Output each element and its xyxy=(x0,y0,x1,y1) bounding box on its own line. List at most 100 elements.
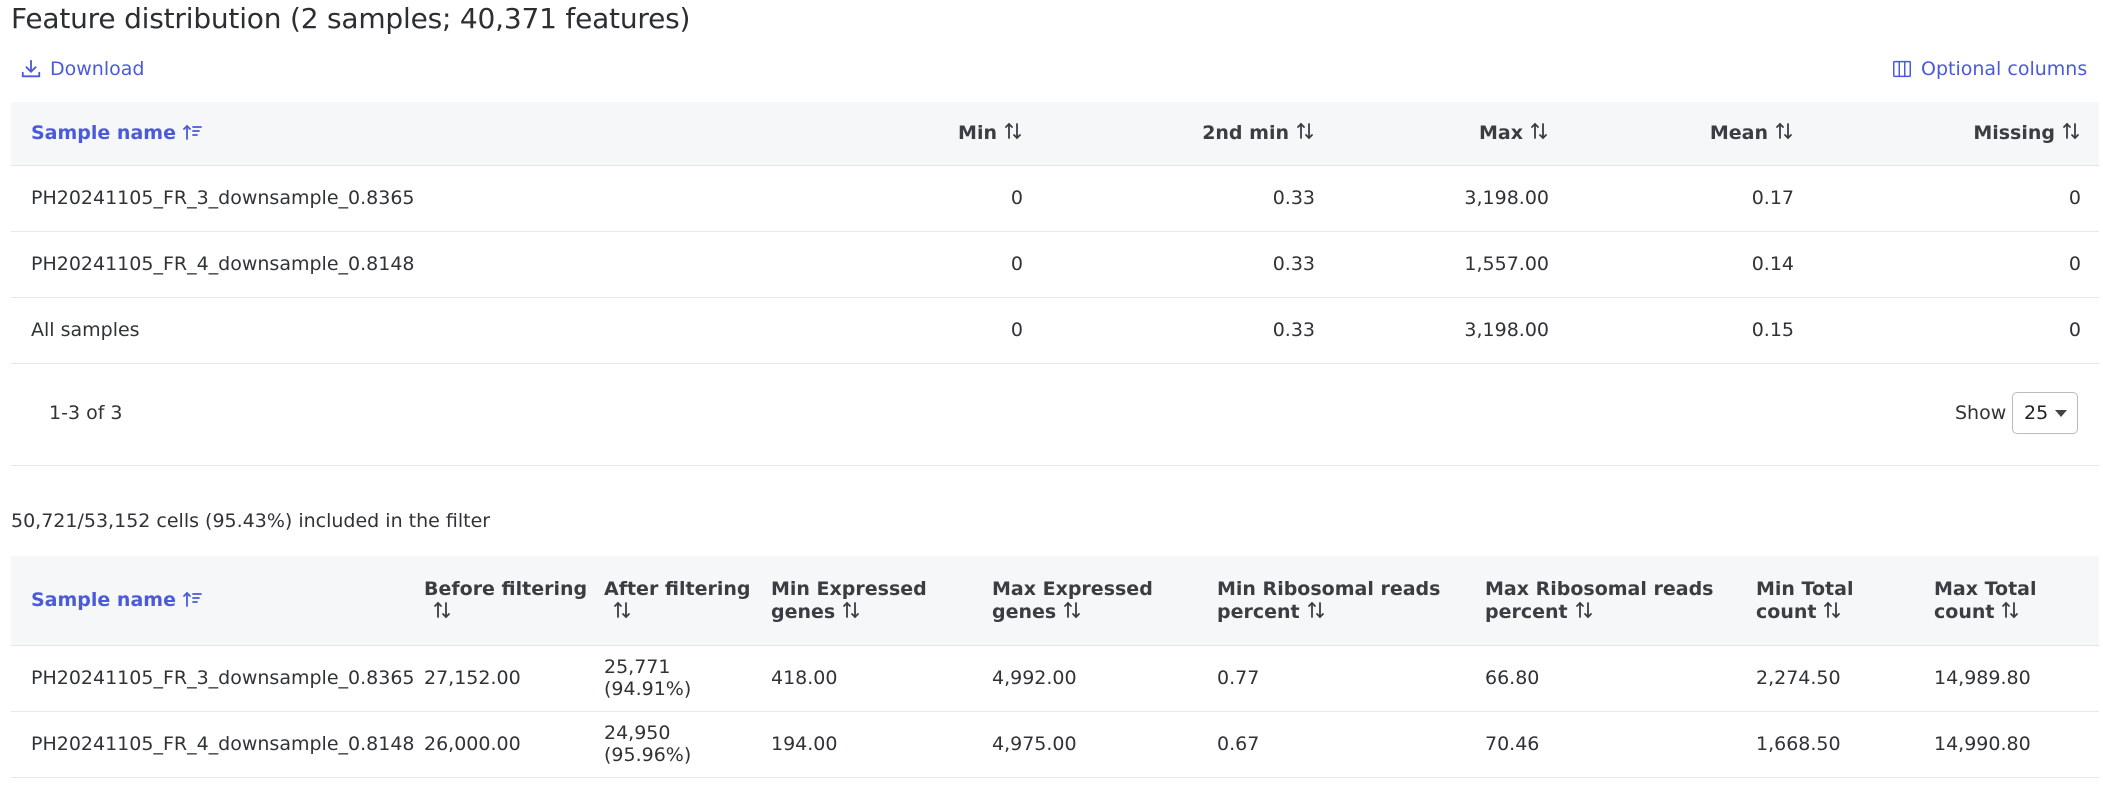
cell-min: 0 xyxy=(701,231,1041,298)
column-header-min-ribosomal-reads-percent[interactable]: Min Ribosomal reads percent xyxy=(1217,556,1485,646)
sort-icon xyxy=(843,601,860,619)
column-header-after-filtering[interactable]: After filtering xyxy=(604,556,771,646)
column-header-label: Sample name xyxy=(31,588,176,611)
after-filtering-percent: (95.96%) xyxy=(604,744,692,766)
filter-summary: 50,721/53,152 cells (95.43%) included in… xyxy=(11,510,491,532)
table-row: All samples 0 0.33 3,198.00 0.15 0 xyxy=(11,297,2099,364)
cell-missing: 0 xyxy=(1812,297,2099,364)
download-button[interactable]: Download xyxy=(20,56,144,82)
column-header-label: 2nd min xyxy=(1202,121,1289,144)
page-size-select[interactable]: 25 xyxy=(2012,392,2078,434)
sort-icon xyxy=(1575,601,1592,619)
cell-sample-name: PH20241105_FR_4_downsample_0.8148 xyxy=(11,231,701,298)
cell-min-expressed-genes: 194.00 xyxy=(771,711,992,778)
cell-min-total-count: 1,668.50 xyxy=(1756,711,1934,778)
cell-max: 1,557.00 xyxy=(1333,231,1567,298)
table-header-row: Sample name Min 2nd min Max Mean Missing xyxy=(11,102,2099,166)
cell-sample-name: PH20241105_FR_3_downsample_0.8365 xyxy=(11,165,701,232)
cell-min-ribosomal-percent: 0.77 xyxy=(1217,645,1485,712)
cell-sample-name: All samples xyxy=(11,297,701,364)
column-header-label-line-2: count xyxy=(1756,600,1817,623)
cell-max-total-count: 14,990.80 xyxy=(1934,711,2099,778)
after-filtering-percent: (94.91%) xyxy=(604,678,692,700)
caret-down-icon xyxy=(2055,410,2067,417)
column-header-2nd-min[interactable]: 2nd min xyxy=(1041,102,1333,166)
filtering-table: Sample name Before filtering After filte… xyxy=(11,556,2099,778)
column-header-label-line-2: percent xyxy=(1485,600,1568,623)
column-header-sample-name[interactable]: Sample name xyxy=(11,556,424,646)
feature-distribution-page: Feature distribution (2 samples; 40,371 … xyxy=(0,0,2103,789)
after-filtering-value: 24,950 xyxy=(604,722,671,744)
column-header-label-line-2: percent xyxy=(1217,600,1300,623)
sort-icon xyxy=(2002,601,2019,619)
column-header-label-line-2: genes xyxy=(771,600,836,623)
cell-mean: 0.15 xyxy=(1567,297,1812,364)
column-header-label: Min Total xyxy=(1756,577,1854,600)
columns-icon xyxy=(1893,60,1911,78)
table-row: PH20241105_FR_3_downsample_0.8365 0 0.33… xyxy=(11,165,2099,232)
cell-min: 0 xyxy=(701,165,1041,232)
column-header-min[interactable]: Min xyxy=(701,102,1041,166)
cell-max: 3,198.00 xyxy=(1333,165,1567,232)
sort-icon xyxy=(1297,122,1313,140)
column-header-label: Min Ribosomal reads xyxy=(1217,577,1441,600)
sort-icon xyxy=(1005,122,1021,140)
sort-icon xyxy=(614,601,630,619)
cell-2nd-min: 0.33 xyxy=(1041,297,1333,364)
column-header-label: Before filtering xyxy=(424,577,588,600)
cell-min: 0 xyxy=(701,297,1041,364)
cell-2nd-min: 0.33 xyxy=(1041,165,1333,232)
column-header-sample-name[interactable]: Sample name xyxy=(11,102,701,166)
cell-min-expressed-genes: 418.00 xyxy=(771,645,992,712)
sort-ascending-icon xyxy=(183,591,202,607)
cell-missing: 0 xyxy=(1812,165,2099,232)
sort-icon xyxy=(1776,122,1792,140)
column-header-label: Max xyxy=(1479,121,1523,144)
column-header-min-total-count[interactable]: Min Total count xyxy=(1756,556,1934,646)
cell-missing: 0 xyxy=(1812,231,2099,298)
table-row: PH20241105_FR_4_downsample_0.8148 26,000… xyxy=(11,711,2099,778)
pagination-range: 1-3 of 3 xyxy=(49,402,123,424)
sort-icon xyxy=(2063,122,2079,140)
after-filtering-value: 25,771 xyxy=(604,656,671,678)
sort-icon xyxy=(1064,601,1081,619)
cell-before-filtering: 26,000.00 xyxy=(424,711,604,778)
cell-after-filtering: 24,950 (95.96%) xyxy=(604,711,771,778)
cell-before-filtering: 27,152.00 xyxy=(424,645,604,712)
page-size-value: 25 xyxy=(2024,402,2049,424)
cell-max: 3,198.00 xyxy=(1333,297,1567,364)
column-header-before-filtering[interactable]: Before filtering xyxy=(424,556,604,646)
column-header-max-ribosomal-reads-percent[interactable]: Max Ribosomal reads percent xyxy=(1485,556,1756,646)
cell-max-ribosomal-percent: 66.80 xyxy=(1485,645,1756,712)
cell-mean: 0.17 xyxy=(1567,165,1812,232)
download-label: Download xyxy=(50,58,145,80)
column-header-label: After filtering xyxy=(604,577,751,600)
table-header-row: Sample name Before filtering After filte… xyxy=(11,556,2099,646)
column-header-label: Max Ribosomal reads xyxy=(1485,577,1714,600)
column-header-min-expressed-genes[interactable]: Min Expressed genes xyxy=(771,556,992,646)
optional-columns-label: Optional columns xyxy=(1921,58,2088,80)
cell-mean: 0.14 xyxy=(1567,231,1812,298)
column-header-mean[interactable]: Mean xyxy=(1567,102,1812,166)
table-row: PH20241105_FR_4_downsample_0.8148 0 0.33… xyxy=(11,231,2099,298)
column-header-max-total-count[interactable]: Max Total count xyxy=(1934,556,2099,646)
optional-columns-button[interactable]: Optional columns xyxy=(1891,56,2087,82)
sort-ascending-icon xyxy=(183,124,202,140)
column-header-missing[interactable]: Missing xyxy=(1812,102,2099,166)
column-header-max-expressed-genes[interactable]: Max Expressed genes xyxy=(992,556,1217,646)
sort-icon xyxy=(1307,601,1324,619)
cell-max-total-count: 14,989.80 xyxy=(1934,645,2099,712)
column-header-label: Missing xyxy=(1973,121,2055,144)
column-header-label: Sample name xyxy=(31,121,176,144)
cell-min-ribosomal-percent: 0.67 xyxy=(1217,711,1485,778)
column-header-label: Min Expressed xyxy=(771,577,927,600)
sort-icon xyxy=(1531,122,1547,140)
pagination-bar: 1-3 of 3 Show 25 xyxy=(11,365,2099,466)
column-header-max[interactable]: Max xyxy=(1333,102,1567,166)
cell-2nd-min: 0.33 xyxy=(1041,231,1333,298)
cell-max-ribosomal-percent: 70.46 xyxy=(1485,711,1756,778)
cell-sample-name: PH20241105_FR_4_downsample_0.8148 xyxy=(11,711,424,778)
sort-icon xyxy=(434,601,450,619)
cell-max-expressed-genes: 4,992.00 xyxy=(992,645,1217,712)
feature-distribution-table: Sample name Min 2nd min Max Mean Missing xyxy=(11,102,2099,364)
